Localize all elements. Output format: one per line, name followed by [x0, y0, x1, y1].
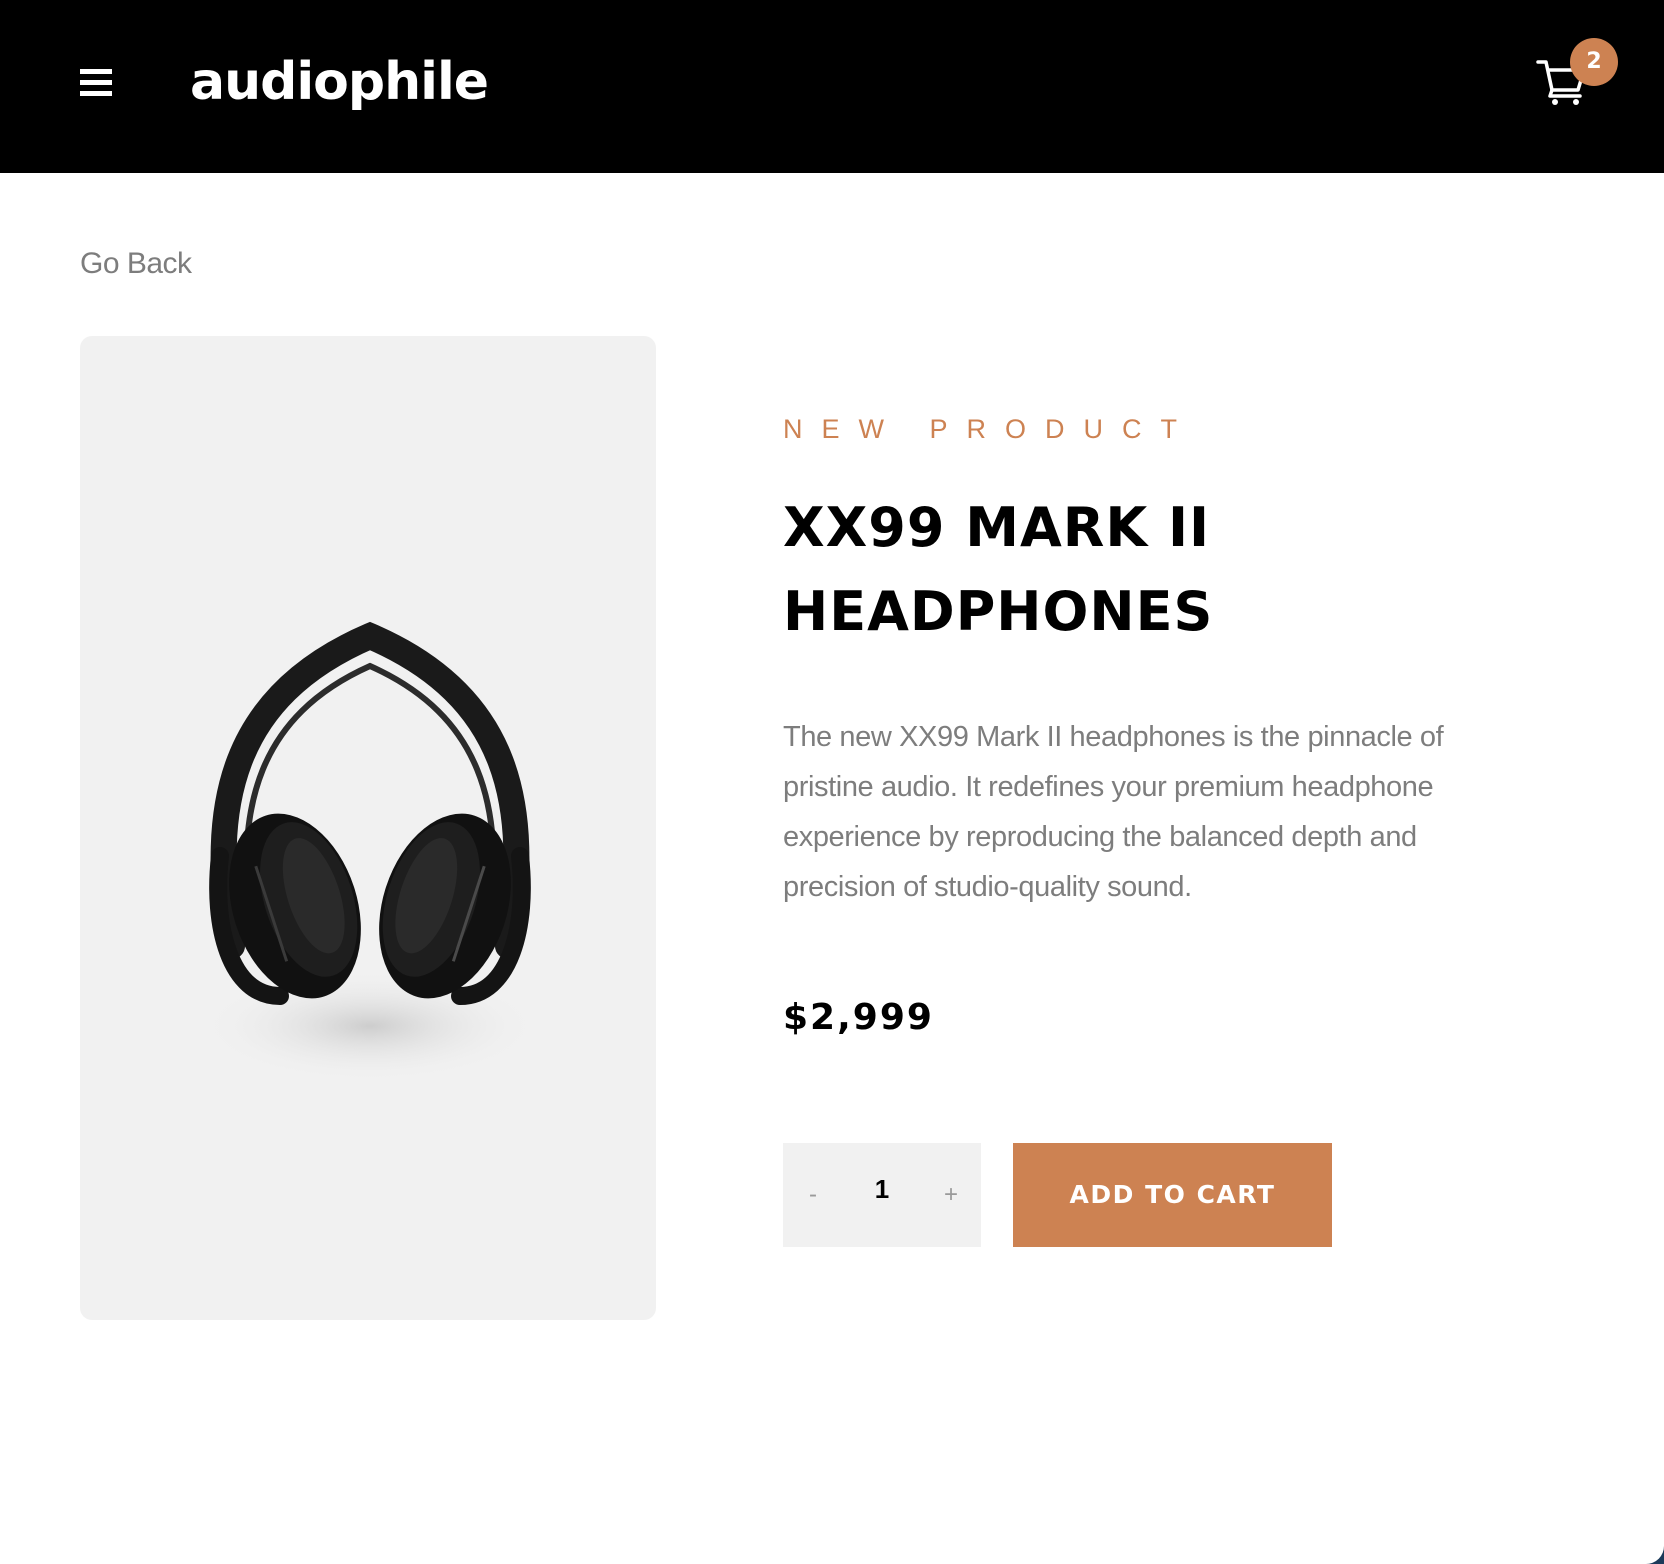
- headphones-image: [200, 621, 540, 1082]
- cart-count-badge: 2: [1570, 38, 1618, 86]
- product-price: $2,999: [783, 997, 934, 1038]
- product-description: The new XX99 Mark II headphones is the p…: [783, 721, 1444, 903]
- site-logo[interactable]: audiophile: [190, 50, 489, 114]
- hamburger-menu-icon[interactable]: [80, 69, 112, 101]
- decrement-button[interactable]: -: [783, 1143, 843, 1247]
- site-header: audiophile 2: [0, 0, 1664, 173]
- increment-button[interactable]: +: [921, 1143, 981, 1247]
- go-back-link[interactable]: Go Back: [80, 244, 192, 284]
- page: audiophile 2 Go Back NEW PRODUCT XX99 MA…: [0, 0, 1664, 1564]
- product-image-card: [80, 336, 656, 1320]
- new-product-kicker: NEW PRODUCT: [783, 414, 1196, 444]
- add-to-cart-button[interactable]: ADD TO CART: [1013, 1143, 1332, 1247]
- product-title: XX99 MARK II HEADPHONES: [783, 496, 1214, 643]
- quantity-value[interactable]: 1: [843, 1143, 921, 1247]
- quantity-stepper: - 1 +: [783, 1143, 981, 1247]
